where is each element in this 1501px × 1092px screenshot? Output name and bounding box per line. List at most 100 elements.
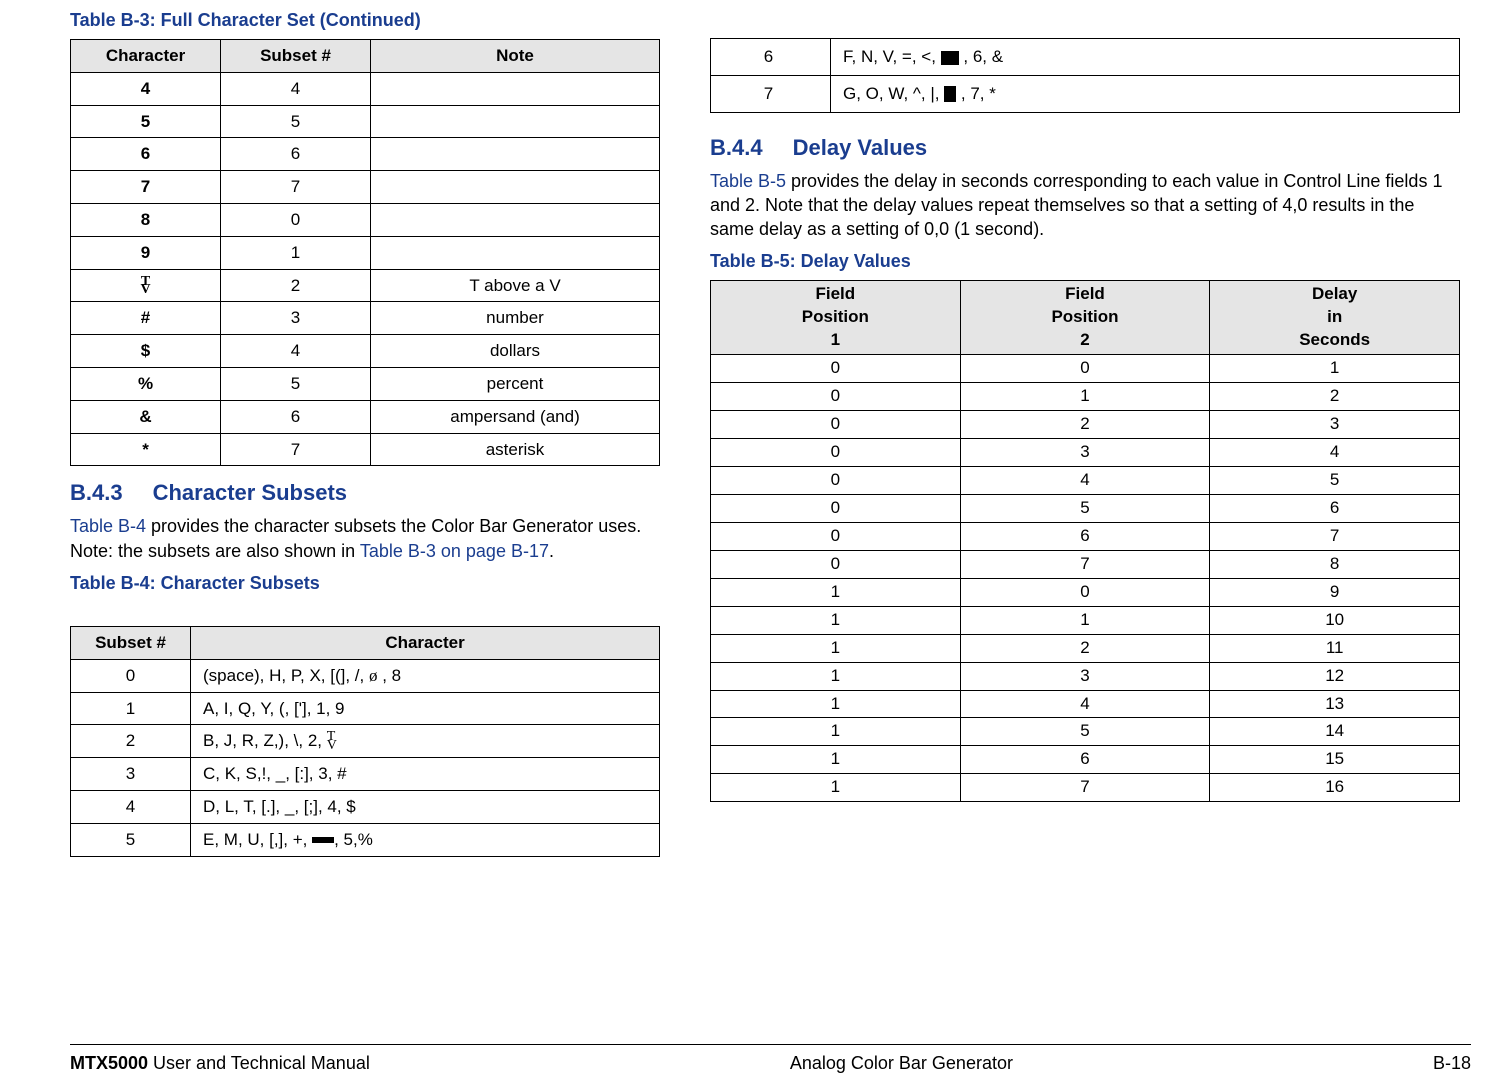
table-b3-subset: 6 — [221, 138, 371, 171]
table-b5-cell: 5 — [1210, 467, 1460, 495]
table-b5-cell: 2 — [960, 411, 1210, 439]
section-b44-title: Delay Values — [793, 135, 928, 160]
table-b5-cell: 0 — [711, 383, 961, 411]
table-b3-note: percent — [371, 367, 660, 400]
table-b5-cell: 1 — [711, 690, 961, 718]
table-b5-cell: 7 — [960, 774, 1210, 802]
table-b5-cell: 13 — [1210, 690, 1460, 718]
table-b5-h1: FieldPosition1 — [711, 281, 961, 355]
table-b3-subset: 2 — [221, 269, 371, 302]
footer-center: Analog Color Bar Generator — [790, 1053, 1013, 1074]
link-table-b4[interactable]: Table B-4 — [70, 516, 146, 536]
table-b5-cell: 0 — [711, 411, 961, 439]
link-table-b3[interactable]: Table B-3 on page B-17 — [360, 541, 549, 561]
section-b43-heading: B.4.3Character Subsets — [70, 480, 660, 506]
table-b3-note: ampersand (and) — [371, 400, 660, 433]
table-b5-cell: 3 — [1210, 411, 1460, 439]
b43-para-mid: provides the character subsets the Color… — [70, 516, 641, 560]
table-b3-subset: 4 — [221, 335, 371, 368]
table-b5-h2: FieldPosition2 — [960, 281, 1210, 355]
footer-manual: User and Technical Manual — [148, 1053, 370, 1073]
table-b5-cell: 2 — [960, 634, 1210, 662]
table-b3-char: TV — [71, 269, 221, 302]
table-b4cont-subset: 6 — [711, 39, 831, 76]
table-b5-cell: 15 — [1210, 746, 1460, 774]
table-b5-cell: 0 — [711, 439, 961, 467]
table-b4-chars: E, M, U, [,], +, , 5,% — [191, 823, 660, 856]
table-b5-cell: 7 — [1210, 522, 1460, 550]
table-b3-subset: 7 — [221, 433, 371, 466]
table-b5-cell: 0 — [711, 550, 961, 578]
table-b5-cell: 0 — [711, 467, 961, 495]
table-b3-char: 6 — [71, 138, 221, 171]
table-b5-cell: 7 — [960, 550, 1210, 578]
table-b3-note: T above a V — [371, 269, 660, 302]
table-b5-cell: 16 — [1210, 774, 1460, 802]
footer-left: MTX5000 User and Technical Manual — [70, 1053, 370, 1074]
block-icon — [941, 51, 959, 65]
section-b44-para: Table B-5 provides the delay in seconds … — [710, 169, 1460, 242]
table-b4-title: Table B-4: Character Subsets — [70, 573, 660, 594]
table-b3-char: $ — [71, 335, 221, 368]
tv-icon: TV — [327, 733, 337, 750]
table-b5-cell: 1 — [711, 634, 961, 662]
table-b4-chars: (space), H, P, X, [(], /, ø , 8 — [191, 659, 660, 692]
link-table-b5[interactable]: Table B-5 — [710, 171, 786, 191]
table-b4-cont: 6F, N, V, =, <, , 6, &7G, O, W, ^, |, , … — [710, 38, 1460, 113]
table-b5-cell: 8 — [1210, 550, 1460, 578]
table-b4-chars: D, L, T, [.], _, [;], 4, $ — [191, 790, 660, 823]
table-b5-cell: 11 — [1210, 634, 1460, 662]
section-b44-num: B.4.4 — [710, 135, 763, 160]
table-b5-cell: 3 — [960, 439, 1210, 467]
table-b5-cell: 6 — [1210, 494, 1460, 522]
table-b4: Subset # Character 0(space), H, P, X, [(… — [70, 626, 660, 857]
table-b5-cell: 1 — [711, 718, 961, 746]
table-b3-note: dollars — [371, 335, 660, 368]
table-b5-cell: 4 — [1210, 439, 1460, 467]
table-b4-subset: 2 — [71, 725, 191, 758]
table-b4-subset: 4 — [71, 790, 191, 823]
table-b3-char: & — [71, 400, 221, 433]
table-b5-cell: 1 — [711, 578, 961, 606]
table-b5-cell: 0 — [960, 355, 1210, 383]
table-b5-cell: 1 — [711, 746, 961, 774]
table-b4-subset: 5 — [71, 823, 191, 856]
bar-icon — [312, 837, 334, 843]
table-b3-subset: 5 — [221, 105, 371, 138]
table-b3-char: # — [71, 302, 221, 335]
table-b4-chars: C, K, S,!, _, [:], 3, # — [191, 758, 660, 791]
table-b4-subset: 0 — [71, 659, 191, 692]
slashed-zero-icon: ø — [369, 664, 378, 688]
table-b3-title: Table B-3: Full Character Set (Continued… — [70, 10, 660, 31]
table-b3-note: number — [371, 302, 660, 335]
table-b3-note — [371, 138, 660, 171]
table-b4cont-chars: F, N, V, =, <, , 6, & — [831, 39, 1460, 76]
table-b3-subset: 6 — [221, 400, 371, 433]
table-b4-subset: 3 — [71, 758, 191, 791]
table-b5-cell: 1 — [711, 774, 961, 802]
table-b3-char: 9 — [71, 236, 221, 269]
table-b3-subset: 7 — [221, 171, 371, 204]
b43-para-end: . — [549, 541, 554, 561]
table-b3-char: 8 — [71, 203, 221, 236]
table-b5-cell: 1 — [960, 383, 1210, 411]
table-b3-note — [371, 203, 660, 236]
table-b5-title: Table B-5: Delay Values — [710, 251, 1460, 272]
table-b5-cell: 1 — [960, 606, 1210, 634]
table-b5-cell: 14 — [1210, 718, 1460, 746]
table-b3-char: * — [71, 433, 221, 466]
table-b3-h1: Character — [71, 40, 221, 73]
table-b5-cell: 6 — [960, 522, 1210, 550]
footer-product: MTX5000 — [70, 1053, 148, 1073]
table-b3-h3: Note — [371, 40, 660, 73]
table-b5-cell: 1 — [1210, 355, 1460, 383]
footer-page: B-18 — [1433, 1053, 1471, 1074]
table-b5-cell: 1 — [711, 662, 961, 690]
table-b4-chars: A, I, Q, Y, (, ['], 1, 9 — [191, 692, 660, 725]
table-b5: FieldPosition1 FieldPosition2 DelayinSec… — [710, 280, 1460, 802]
table-b3-char: 7 — [71, 171, 221, 204]
table-b5-cell: 12 — [1210, 662, 1460, 690]
table-b5-cell: 0 — [711, 522, 961, 550]
block-tall-icon — [944, 86, 956, 102]
table-b3-subset: 0 — [221, 203, 371, 236]
